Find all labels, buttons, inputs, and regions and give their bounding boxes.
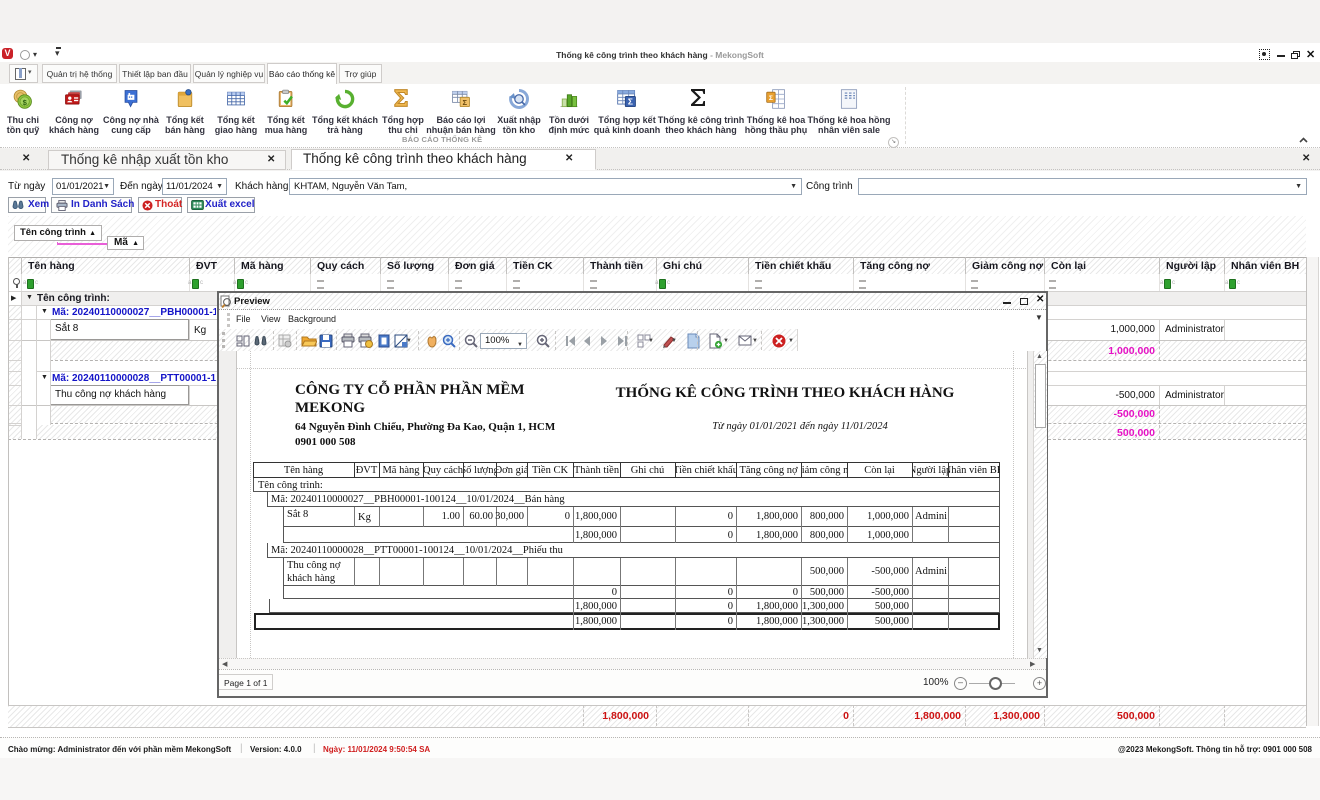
svg-text:Σ: Σ	[463, 98, 468, 107]
svg-text:Σ: Σ	[769, 95, 773, 102]
svg-text:Σ: Σ	[628, 97, 633, 107]
